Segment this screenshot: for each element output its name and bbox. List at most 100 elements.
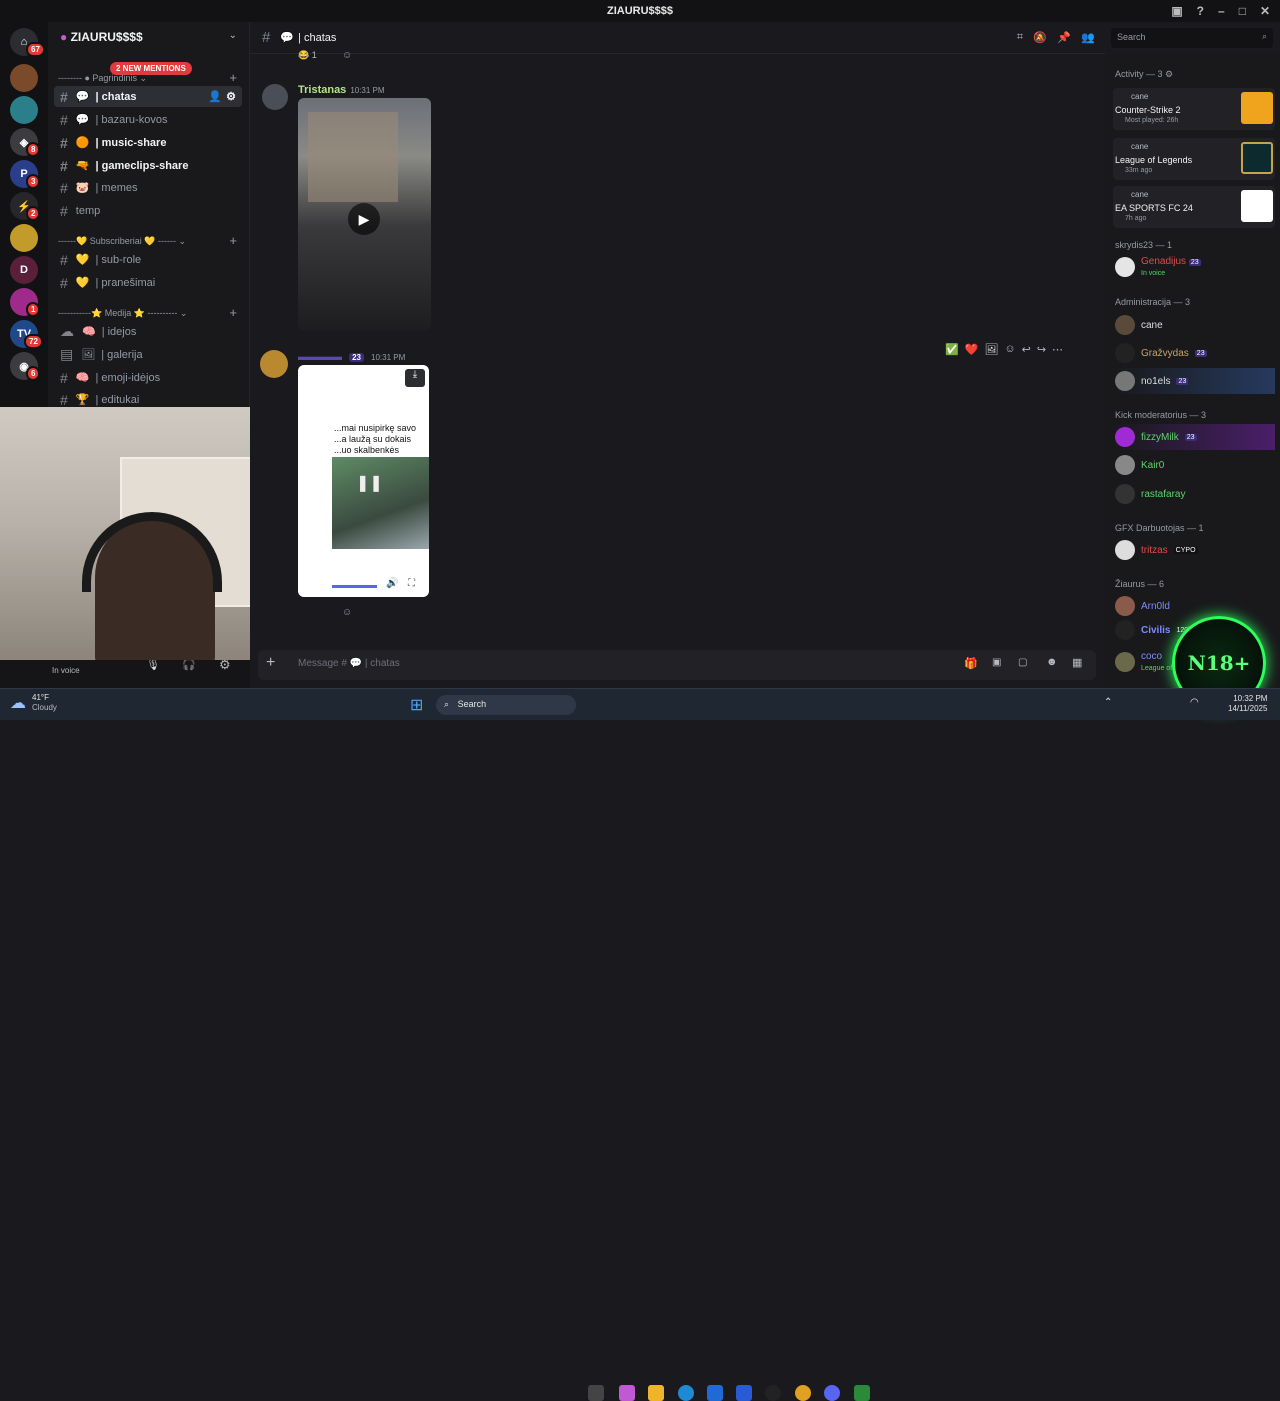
server-icon[interactable] — [10, 96, 38, 124]
maximize-button[interactable]: □ — [1239, 4, 1246, 18]
gift-icon[interactable]: 🎁 — [964, 657, 978, 670]
add-member-icon[interactable]: 👤 — [208, 90, 222, 103]
server-icon[interactable] — [10, 64, 38, 92]
minimize-button[interactable]: – — [1218, 4, 1225, 18]
taskbar-search[interactable]: ⌕ Search — [436, 695, 576, 715]
server-name[interactable]: ● ZIAURU$$$$ — [60, 30, 143, 44]
fullscreen-icon[interactable]: ⛶ — [408, 578, 415, 589]
more-options-icon[interactable]: ⋯ — [1052, 343, 1063, 356]
rail-badge: 1 — [26, 302, 41, 317]
channel-idejos[interactable]: ☁ 🧠 | idejos — [54, 321, 242, 342]
task-view-icon[interactable] — [588, 1385, 604, 1401]
play-button[interactable]: ▶ — [348, 203, 380, 235]
sticker-icon[interactable]: ▢ — [1018, 657, 1027, 668]
channel-temp[interactable]: # temp — [54, 200, 242, 221]
copilot-icon[interactable] — [619, 1385, 635, 1401]
forward-icon[interactable]: ↪ — [1037, 343, 1046, 356]
member-item[interactable]: no1els 23 — [1115, 368, 1275, 394]
channel-chatas[interactable]: # 💬 | chatas 👤 ⚙ — [54, 86, 242, 107]
emoji-icon[interactable]: ☻ — [1046, 656, 1058, 668]
apps-icon[interactable]: ▦ — [1072, 656, 1082, 669]
file-explorer-icon[interactable] — [648, 1385, 664, 1401]
download-icon[interactable]: ⤓ — [405, 369, 425, 387]
discord-icon[interactable] — [824, 1385, 840, 1401]
app-icon[interactable] — [854, 1385, 870, 1401]
volume-icon[interactable]: 🔊 — [386, 578, 398, 589]
mail-icon[interactable] — [736, 1385, 752, 1401]
category-subs[interactable]: ------💛 Subscriberiai 💛 ------ ⌄ — [58, 236, 186, 247]
tray-chevron-icon[interactable]: ⌃ — [1104, 697, 1112, 708]
member-item[interactable]: Arn0ld — [1115, 593, 1170, 619]
reaction-chip[interactable]: 😂 1 — [298, 50, 317, 64]
inbox-icon[interactable]: ▣ — [1171, 4, 1182, 18]
message-composer[interactable]: + Message # 💬 | chatas 🎁 ▣ ▢ ☻ ▦ — [258, 650, 1096, 680]
message-time: 10:31 PM — [350, 86, 385, 95]
chrome-icon[interactable] — [795, 1385, 811, 1401]
chevron-down-icon[interactable]: ⌄ — [229, 30, 237, 41]
windows-start-icon[interactable]: ⊞ — [410, 695, 423, 715]
channel-pranesimai[interactable]: # 💛 | pranešimai — [54, 272, 242, 293]
member-item[interactable]: Kair0 — [1115, 452, 1164, 478]
activity-card[interactable]: cane Counter-Strike 2 Most played: 26h — [1113, 88, 1275, 130]
wifi-icon[interactable]: ◠ — [1190, 697, 1199, 708]
help-icon[interactable]: ? — [1197, 4, 1204, 18]
server-icon[interactable] — [10, 224, 38, 252]
add-channel-icon[interactable]: + — [229, 305, 237, 320]
member-item[interactable]: rastafaray — [1115, 481, 1185, 507]
search-input[interactable]: Search — [1117, 32, 1146, 42]
heart-reaction-icon[interactable]: ❤️ — [965, 343, 979, 356]
category-media[interactable]: -----------⭐ Medija ⭐ ---------- ⌄ — [58, 308, 187, 319]
clock[interactable]: 10:32 PM 14/11/2025 — [1228, 694, 1267, 714]
channel-memes[interactable]: # 🐷 | memes — [54, 177, 242, 198]
category-main[interactable]: -------- ● Pagrindinis ⌄ — [58, 73, 147, 84]
threads-icon[interactable]: ⌗ — [1017, 31, 1023, 44]
add-reaction-icon[interactable]: ☺ — [1004, 343, 1015, 355]
gear-icon[interactable]: ⚙ — [226, 90, 236, 103]
server-icon[interactable]: D — [10, 256, 38, 284]
avatar[interactable] — [260, 350, 288, 378]
avatar[interactable] — [262, 84, 288, 110]
channel-bazaru-kovos[interactable]: # 💬 | bazaru-kovos — [54, 109, 242, 130]
edge-icon[interactable] — [678, 1385, 694, 1401]
search-box[interactable]: Search ⌕ — [1111, 28, 1273, 48]
gear-icon[interactable]: ⚙ — [1165, 69, 1173, 79]
video-attachment[interactable]: ⤓ ...mai nusipirkę savo ...a laužą su do… — [298, 365, 429, 597]
gif-icon[interactable]: ▣ — [992, 657, 1001, 668]
attach-plus-icon[interactable]: + — [266, 654, 275, 672]
activity-card[interactable]: cane League of Legends 33m ago — [1113, 138, 1275, 180]
activity-game: EA SPORTS FC 24 — [1115, 203, 1193, 213]
app-icon[interactable] — [765, 1385, 781, 1401]
notifications-muted-icon[interactable]: 🔕 — [1033, 31, 1047, 44]
message-input[interactable]: Message # 💬 | chatas — [298, 658, 400, 669]
channel-galerija[interactable]: ▤ 🖼 | galerija — [54, 344, 242, 365]
member-item[interactable]: cane — [1115, 312, 1163, 338]
weather-widget[interactable]: ☁ 41°F Cloudy — [10, 693, 57, 713]
member-item[interactable]: tritzas CYPO — [1115, 537, 1198, 563]
channel-sub-role[interactable]: # 💛 | sub-role — [54, 249, 242, 270]
store-icon[interactable] — [707, 1385, 723, 1401]
close-button[interactable]: ✕ — [1260, 4, 1270, 18]
member-list-icon[interactable]: 👥 — [1081, 31, 1095, 44]
checkmark-reaction-icon[interactable]: ✅ — [945, 343, 959, 356]
pin-icon[interactable]: 📌 — [1057, 31, 1071, 44]
member-item[interactable]: fizzyMilk 23 — [1115, 424, 1275, 450]
progress-bar[interactable] — [332, 585, 377, 588]
reply-icon[interactable]: ↩ — [1022, 343, 1031, 356]
member-item[interactable]: Gražvydas 23 — [1115, 340, 1207, 366]
add-channel-icon[interactable]: + — [229, 70, 237, 85]
channel-gameclips-share[interactable]: # 🔫 | gameclips-share — [54, 155, 242, 176]
sticker-reaction-icon[interactable]: 🖼 — [984, 343, 998, 356]
add-reaction-icon[interactable]: ☺ — [342, 50, 352, 61]
activity-card[interactable]: cane EA SPORTS FC 24 7h ago — [1113, 186, 1275, 228]
add-reaction-icon[interactable]: ☺ — [342, 607, 352, 618]
rail-badge: 67 — [26, 42, 45, 57]
video-attachment[interactable]: ▶ — [298, 98, 431, 331]
channel-music-share[interactable]: # 🟠 | music-share — [54, 132, 242, 153]
message-author[interactable]: ▬▬▬▬ 23 10:31 PM — [298, 351, 405, 363]
pause-icon[interactable]: ❚❚ — [356, 473, 383, 493]
member-item[interactable]: Genadijus 23 In voice — [1115, 254, 1201, 280]
search-icon: ⌕ — [444, 699, 450, 709]
channel-emoji-idejos[interactable]: # 🧠 | emoji-idėjos — [54, 367, 242, 388]
add-channel-icon[interactable]: + — [229, 233, 237, 248]
message-author[interactable]: Tristanas 10:31 PM — [298, 84, 385, 96]
